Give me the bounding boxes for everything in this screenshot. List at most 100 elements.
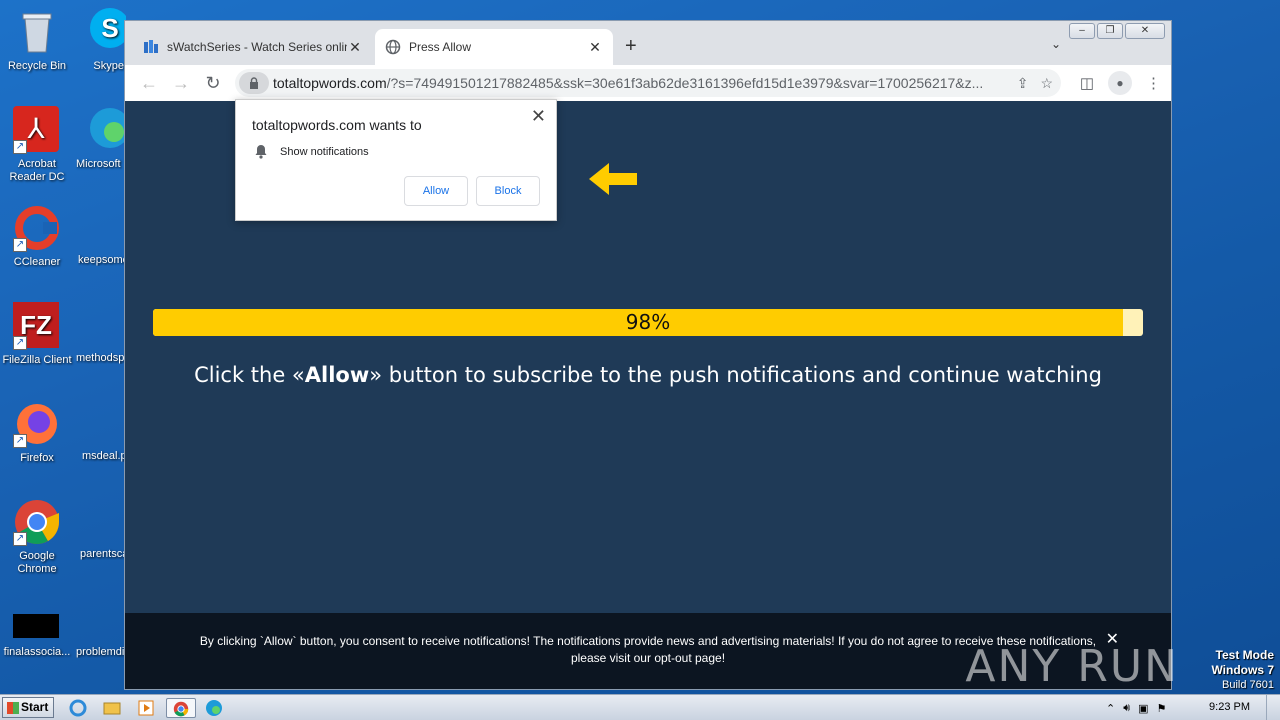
shortcut-arrow-icon: ↗ [13, 140, 27, 154]
volume-icon[interactable]: 🔊︎ [1123, 702, 1130, 715]
bell-icon [255, 145, 267, 159]
side-panel-icon[interactable]: ◫ [1080, 74, 1094, 92]
tray-chevron-icon[interactable]: ⌃ [1106, 702, 1115, 715]
shortcut-arrow-icon: ↗ [13, 238, 27, 252]
browser-window: – ❐ ✕ sWatchSeries - Watch Series online… [124, 20, 1177, 690]
recycle-bin-icon [13, 8, 61, 56]
network-icon[interactable]: ▣ [1138, 702, 1148, 715]
desktop-icon-recycle-bin[interactable]: Recycle Bin [0, 8, 74, 73]
permission-label: Show notifications [280, 145, 369, 158]
desktop-icon-label[interactable]: keepsome [78, 254, 128, 266]
desktop-icon-label: Skype [93, 60, 124, 72]
browser-toolbar: ← → ↻ totaltopwords.com /?s=749491501217… [125, 65, 1171, 101]
menu-kebab-icon[interactable]: ⋮ [1146, 74, 1161, 92]
tab-search-chevron-icon[interactable]: ⌄ [1051, 37, 1061, 51]
desktop-icon-label: Recycle Bin [7, 60, 67, 72]
desktop-icon-label: finalassocia... [3, 646, 71, 658]
windows-test-mode-text: Test Mode Windows 7 Build 7601 [1211, 648, 1274, 692]
desktop-icon-ccleaner[interactable]: ↗ CCleaner [0, 204, 74, 269]
desktop-icon-label: FileZilla Client [2, 354, 72, 366]
tab-label: Press Allow [409, 40, 472, 54]
block-button[interactable]: Block [476, 176, 540, 206]
skype-icon: S [90, 8, 126, 56]
shortcut-arrow-icon: ↗ [13, 434, 27, 448]
taskbar: Start ⌃ 🔊︎ ▣ ⚑ 9:23 PM [0, 694, 1280, 720]
desktop-icon-label: Google Chrome [17, 550, 57, 575]
profile-avatar-icon[interactable]: ● [1108, 71, 1132, 95]
edge-taskbar-icon[interactable] [204, 698, 226, 718]
opt-out-link[interactable]: opt-out page [654, 651, 721, 665]
desktop-icon-edge[interactable]: Microsoft [76, 106, 126, 171]
tab-swatchseries[interactable]: sWatchSeries - Watch Series online, ✕ [133, 29, 373, 65]
desktop-icon-label[interactable]: methodsp [76, 352, 126, 364]
firefox-icon: ↗ [13, 400, 61, 448]
explorer-taskbar-icon[interactable] [102, 698, 124, 718]
bookmark-star-icon[interactable]: ☆ [1040, 75, 1053, 92]
windows-flag-icon [7, 702, 19, 714]
file-thumbnail-icon [13, 614, 61, 642]
instruction-message: Click the «Allow» button to subscribe to… [125, 363, 1171, 387]
permission-row: Show notifications [254, 144, 369, 159]
popup-title: totaltopwords.com wants to [252, 117, 422, 133]
tab-label: sWatchSeries - Watch Series online, [167, 40, 347, 54]
acrobat-icon: ⅄ ↗ [13, 106, 61, 154]
desktop-icon-label: Microsoft [76, 158, 121, 170]
tab-close-icon[interactable]: ✕ [587, 39, 603, 56]
desktop-icon-filezilla[interactable]: FZ ↗ FileZilla Client [0, 302, 74, 367]
share-icon[interactable]: ⇪ [1017, 75, 1029, 92]
globe-icon [385, 39, 401, 55]
desktop-icon-label: CCleaner [13, 256, 61, 268]
system-tray: ⌃ 🔊︎ ▣ ⚑ [1100, 695, 1280, 720]
desktop-icon-chrome[interactable]: ↗ Google Chrome [0, 498, 74, 576]
start-label: Start [21, 700, 49, 714]
action-center-flag-icon[interactable]: ⚑ [1157, 702, 1167, 715]
popup-close-icon[interactable]: ✕ [531, 106, 546, 127]
footer-text-post: ! [721, 651, 726, 665]
back-icon[interactable]: ← [133, 73, 165, 94]
shortcut-arrow-icon: ↗ [13, 532, 27, 546]
lock-icon[interactable] [239, 72, 269, 94]
desktop-icon-label: Acrobat Reader DC [9, 158, 65, 183]
tab-strip: sWatchSeries - Watch Series online, ✕ Pr… [125, 21, 1171, 65]
desktop-icon-skype[interactable]: S Skype [76, 8, 126, 73]
footer-text-pre: please visit our [570, 651, 655, 665]
consent-footer: By clicking `Allow` button, you consent … [125, 613, 1177, 689]
desktop-icon-acrobat[interactable]: ⅄ ↗ Acrobat Reader DC [0, 106, 74, 184]
show-desktop-button[interactable] [1266, 695, 1280, 720]
desktop-icon-label[interactable]: parentsca [80, 548, 130, 560]
ccleaner-icon: ↗ [13, 204, 61, 252]
test-mode-line1: Test Mode [1215, 648, 1274, 662]
message-prefix: Click the « [194, 363, 305, 387]
start-button[interactable]: Start [2, 697, 54, 718]
tab-close-icon[interactable]: ✕ [347, 39, 363, 56]
anyrun-watermark: ANY RUN [965, 641, 1179, 692]
desktop-icon-label: Firefox [20, 452, 54, 464]
filezilla-icon: FZ ↗ [13, 302, 61, 350]
edge-icon [86, 106, 126, 154]
tab-press-allow[interactable]: Press Allow ✕ [375, 29, 613, 65]
desktop-icon-firefox[interactable]: ↗ Firefox [0, 400, 74, 465]
allow-button[interactable]: Allow [404, 176, 468, 206]
chrome-icon: ↗ [13, 498, 61, 546]
swatchseries-favicon-icon [143, 39, 159, 55]
progress-bar: 98% [153, 309, 1143, 336]
ie-taskbar-icon[interactable] [68, 698, 90, 718]
url-path: /?s=749491501217882485&ssk=30e61f3ab62de… [386, 75, 984, 91]
url-host: totaltopwords.com [273, 75, 387, 91]
forward-icon[interactable]: → [165, 73, 197, 94]
shortcut-arrow-icon: ↗ [13, 336, 27, 350]
progress-text: 98% [625, 310, 671, 334]
desktop-icon-label[interactable]: problemdi [76, 646, 126, 658]
yellow-arrow-icon [589, 163, 637, 195]
media-player-taskbar-icon[interactable] [136, 698, 158, 718]
reload-icon[interactable]: ↻ [197, 73, 229, 94]
new-tab-icon[interactable]: + [625, 35, 637, 58]
test-mode-line2: Windows 7 [1211, 663, 1274, 677]
clock[interactable]: 9:23 PM [1209, 701, 1250, 713]
test-mode-line3: Build 7601 [1222, 679, 1274, 691]
notification-permission-popup: totaltopwords.com wants to ✕ Show notifi… [235, 99, 557, 221]
chrome-taskbar-icon[interactable] [166, 698, 196, 718]
desktop-icon-file[interactable]: finalassocia... [0, 614, 74, 659]
message-suffix: » button to subscribe to the push notifi… [369, 363, 1102, 387]
address-bar[interactable]: totaltopwords.com /?s=749491501217882485… [235, 69, 1061, 97]
